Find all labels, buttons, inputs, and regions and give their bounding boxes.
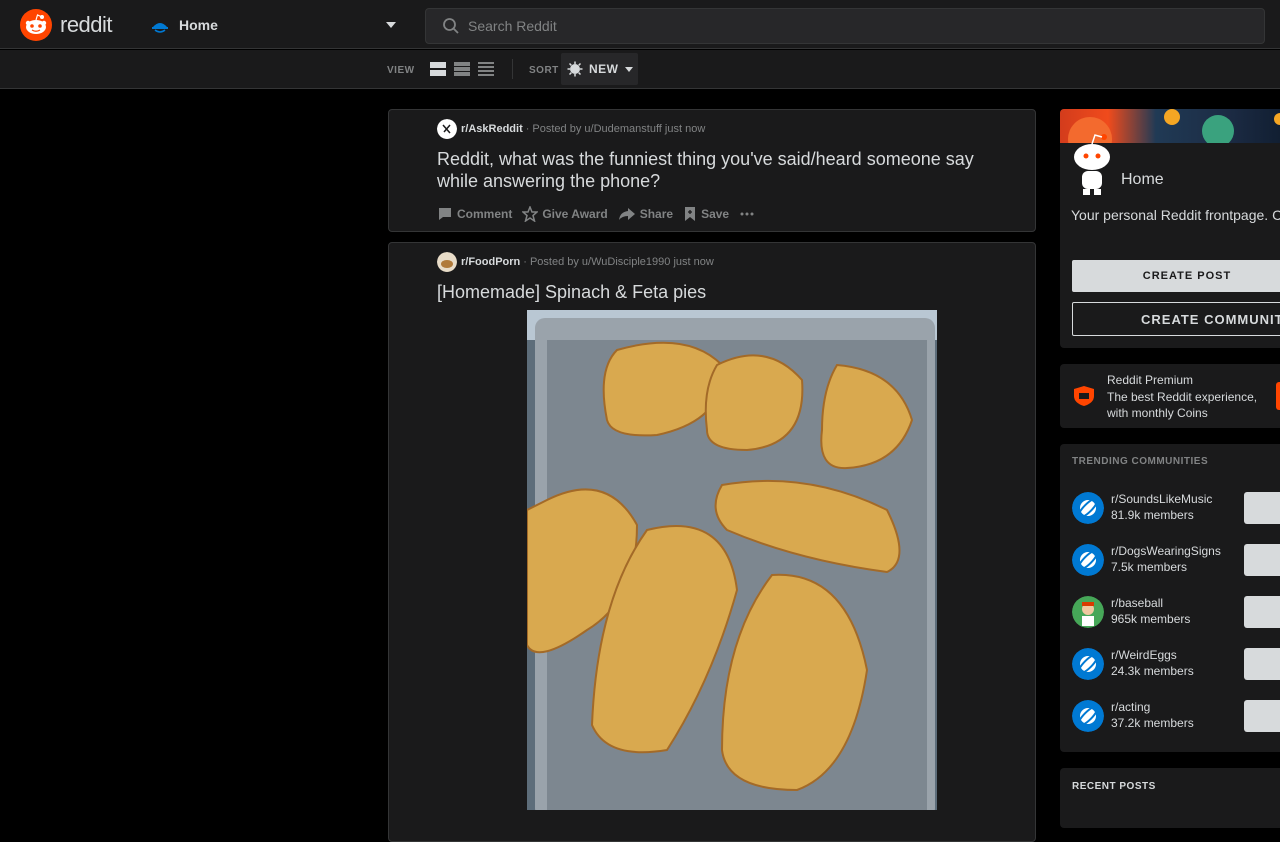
post-title[interactable]: [Homemade] Spinach & Feta pies <box>437 281 1017 303</box>
give-award-button[interactable]: Give Award <box>522 206 608 222</box>
more-icon <box>740 212 754 216</box>
shield-icon <box>1074 386 1094 406</box>
community-members: 37.2k members <box>1111 716 1194 730</box>
recent-posts-title: RECENT POSTS <box>1072 781 1156 792</box>
community-name[interactable]: r/SoundsLikeMusic <box>1111 492 1212 506</box>
sort-dropdown[interactable]: NEW <box>561 53 638 85</box>
subreddit-avatar-icon[interactable] <box>437 252 457 272</box>
subreddit-avatar-icon[interactable] <box>437 119 457 139</box>
join-button[interactable] <box>1244 544 1280 576</box>
trending-title: TRENDING COMMUNITIES <box>1072 456 1209 467</box>
create-post-button[interactable]: CREATE POST <box>1072 260 1280 292</box>
community-name[interactable]: r/DogsWearingSigns <box>1111 544 1221 558</box>
trending-communities-card: TRENDING COMMUNITIES r/SoundsLikeMusic 8… <box>1060 444 1280 752</box>
classic-view-icon[interactable] <box>453 60 471 78</box>
premium-title: Reddit Premium <box>1107 373 1194 387</box>
community-item[interactable]: r/acting 37.2k members <box>1072 696 1280 732</box>
card-view-icon[interactable] <box>429 60 447 78</box>
community-item[interactable]: r/DogsWearingSigns 7.5k members <box>1072 540 1280 576</box>
view-sort-bar: VIEW SORT NEW <box>0 50 1280 89</box>
award-icon <box>522 206 539 222</box>
post-title[interactable]: Reddit, what was the funniest thing you'… <box>437 148 1017 192</box>
community-item[interactable]: r/baseball 965k members <box>1072 592 1280 628</box>
comment-button[interactable]: Comment <box>437 206 512 222</box>
compact-view-icon[interactable] <box>477 60 495 78</box>
recent-posts-card: RECENT POSTS <box>1060 768 1280 828</box>
post-author-time[interactable]: Posted by u/Dudemanstuff just now <box>532 123 705 135</box>
sort-label: SORT <box>529 65 559 76</box>
subreddit-link[interactable]: r/AskReddit <box>461 123 523 135</box>
community-members: 7.5k members <box>1111 560 1188 574</box>
sort-value: NEW <box>589 62 619 76</box>
post-card[interactable]: r/AskReddit · Posted by u/Dudemanstuff j… <box>388 109 1036 232</box>
search-input[interactable] <box>468 18 1168 34</box>
community-item[interactable]: r/WeirdEggs 24.3k members <box>1072 644 1280 680</box>
home-card: Home Your personal Reddit frontpage. Com… <box>1060 109 1280 348</box>
community-members: 81.9k members <box>1111 508 1194 522</box>
community-item[interactable]: r/SoundsLikeMusic 81.9k members <box>1072 488 1280 524</box>
reddit-logo[interactable]: reddit <box>20 9 113 41</box>
reddit-snoo-icon <box>20 9 52 41</box>
create-community-button[interactable]: CREATE COMMUNITY <box>1072 302 1280 336</box>
try-premium-button[interactable] <box>1276 382 1280 410</box>
top-header: reddit Home <box>0 0 1280 49</box>
home-dropdown-label: Home <box>179 17 218 33</box>
search-icon <box>443 18 459 34</box>
join-button[interactable] <box>1244 700 1280 732</box>
community-name[interactable]: r/acting <box>1111 700 1150 714</box>
view-label: VIEW <box>387 65 415 76</box>
community-members: 24.3k members <box>1111 664 1194 678</box>
save-button[interactable]: Save <box>683 206 729 222</box>
join-button[interactable] <box>1244 596 1280 628</box>
bookmark-icon <box>685 207 696 221</box>
planet-icon <box>1072 700 1104 732</box>
share-icon <box>618 208 635 220</box>
post-image[interactable] <box>527 310 937 810</box>
community-name[interactable]: r/WeirdEggs <box>1111 648 1177 662</box>
post-author-time[interactable]: Posted by u/WuDisciple1990 just now <box>530 256 714 268</box>
home-card-title: Home <box>1121 171 1164 188</box>
post-meta: r/AskReddit · Posted by u/Dudemanstuff j… <box>437 119 705 139</box>
planet-icon <box>1072 544 1104 576</box>
snoo-mascot-icon <box>1074 134 1110 195</box>
home-card-description: Your personal Reddit frontpage. Come her… <box>1071 207 1280 223</box>
subreddit-link[interactable]: r/FoodPorn <box>461 256 520 268</box>
post-card[interactable]: r/FoodPorn · Posted by u/WuDisciple1990 … <box>388 242 1036 842</box>
community-members: 965k members <box>1111 612 1191 626</box>
post-actions: Comment Give Award Share Save <box>437 206 769 222</box>
chevron-down-icon <box>386 22 396 28</box>
share-button[interactable]: Share <box>618 206 673 222</box>
baseball-mascot-icon <box>1072 596 1104 628</box>
premium-description: The best Reddit experience, with monthly… <box>1107 390 1258 420</box>
more-options-button[interactable] <box>739 206 759 222</box>
divider <box>512 59 513 79</box>
planet-icon <box>1072 492 1104 524</box>
community-name[interactable]: r/baseball <box>1111 596 1163 610</box>
home-dropdown[interactable]: Home <box>140 8 406 42</box>
chevron-down-icon <box>624 66 633 72</box>
search-bar[interactable] <box>425 8 1265 44</box>
premium-card: Reddit Premium The best Reddit experienc… <box>1060 364 1280 428</box>
comment-icon <box>439 208 451 220</box>
join-button[interactable] <box>1244 648 1280 680</box>
logo-wordmark: reddit <box>60 12 113 37</box>
join-button[interactable] <box>1244 492 1280 524</box>
planet-icon <box>1072 648 1104 680</box>
new-sort-icon <box>567 61 583 77</box>
home-icon <box>152 23 168 33</box>
post-meta: r/FoodPorn · Posted by u/WuDisciple1990 … <box>437 252 714 272</box>
